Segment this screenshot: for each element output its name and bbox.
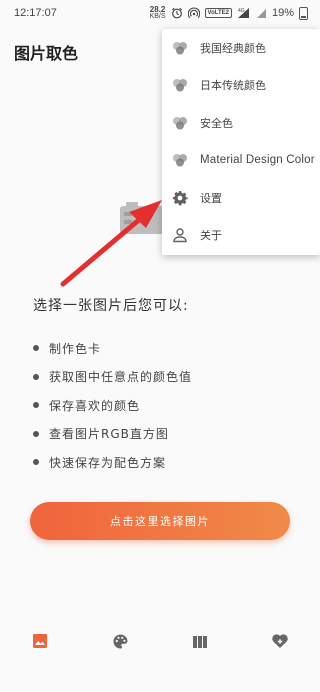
- net-speed: 28.2 KB/S: [149, 5, 166, 21]
- menu-item-about[interactable]: 关于: [162, 217, 320, 255]
- feature-item: 获取图中任意点的颜色值: [33, 363, 192, 392]
- overflow-menu: 我国经典颜色 日本传统颜色 安全色 Material Design Color …: [162, 29, 320, 255]
- intro-title: 选择一张图片后您可以:: [33, 298, 189, 314]
- hotspot-icon: [187, 7, 200, 19]
- menu-item-chinese-colors[interactable]: 我国经典颜色: [162, 29, 320, 67]
- signal-icon: 4G: [237, 7, 251, 19]
- bottom-nav: [0, 626, 320, 660]
- feature-label: 获取图中任意点的颜色值: [49, 370, 193, 385]
- menu-item-safety-colors[interactable]: 安全色: [162, 104, 320, 142]
- svg-text:4G: 4G: [238, 8, 245, 14]
- nav-item-columns[interactable]: [185, 628, 215, 658]
- net-speed-value: 28.2: [149, 5, 166, 14]
- menu-item-label: 设置: [200, 191, 222, 205]
- palette-icon: [112, 633, 129, 654]
- color-circles-icon: [172, 152, 188, 168]
- signal-icon: [256, 7, 267, 19]
- heart-add-icon: [271, 633, 289, 653]
- photo-placeholder-icon: [120, 200, 168, 236]
- bullet-icon: [33, 373, 39, 380]
- gear-icon: [172, 190, 188, 206]
- menu-item-label: 日本传统颜色: [200, 79, 266, 93]
- color-circles-icon: [172, 77, 188, 93]
- status-time: 12:17:07: [14, 7, 57, 19]
- menu-item-label: Material Design Color: [200, 154, 315, 167]
- menu-item-label: 安全色: [200, 116, 233, 130]
- status-bar: 12:17:07 28.2 KB/S VoLTE2 4G 19%: [0, 0, 320, 26]
- volte-badge: VoLTE2: [204, 8, 232, 18]
- feature-label: 制作色卡: [49, 341, 102, 356]
- nav-item-favorites[interactable]: [265, 628, 295, 658]
- menu-item-material-colors[interactable]: Material Design Color: [162, 142, 320, 180]
- feature-item: 保存喜欢的颜色: [33, 391, 192, 420]
- battery-percent: 19%: [271, 7, 294, 19]
- choose-image-button[interactable]: 点击这里选择图片: [30, 502, 290, 540]
- feature-item: 查看图片RGB直方图: [33, 420, 192, 449]
- feature-list: 制作色卡 获取图中任意点的颜色值 保存喜欢的颜色 查看图片RGB直方图 快速保存…: [33, 334, 192, 477]
- feature-label: 查看图片RGB直方图: [49, 427, 169, 442]
- menu-item-japanese-colors[interactable]: 日本传统颜色: [162, 67, 320, 105]
- feature-label: 保存喜欢的颜色: [49, 398, 141, 413]
- menu-item-settings[interactable]: 设置: [162, 179, 320, 217]
- image-icon: [32, 633, 48, 653]
- net-speed-unit: KB/S: [149, 13, 166, 20]
- bullet-icon: [33, 459, 39, 466]
- color-circles-icon: [172, 40, 188, 56]
- bullet-icon: [33, 402, 39, 409]
- person-icon: [172, 227, 188, 243]
- bullet-icon: [33, 430, 39, 437]
- feature-label: 快速保存为配色方案: [49, 455, 167, 470]
- menu-item-label: 关于: [200, 229, 222, 243]
- feature-item: 制作色卡: [33, 334, 192, 363]
- page-title: 图片取色: [14, 44, 79, 63]
- battery-icon: [299, 6, 308, 20]
- status-icons: 28.2 KB/S VoLTE2 4G 19%: [150, 6, 308, 20]
- nav-item-palette[interactable]: [105, 628, 135, 658]
- menu-item-label: 我国经典颜色: [200, 41, 266, 55]
- columns-icon: [192, 634, 208, 653]
- nav-item-image[interactable]: [25, 628, 55, 658]
- color-circles-icon: [172, 115, 188, 131]
- alarm-icon: [171, 7, 183, 19]
- feature-item: 快速保存为配色方案: [33, 448, 192, 477]
- bullet-icon: [33, 345, 39, 352]
